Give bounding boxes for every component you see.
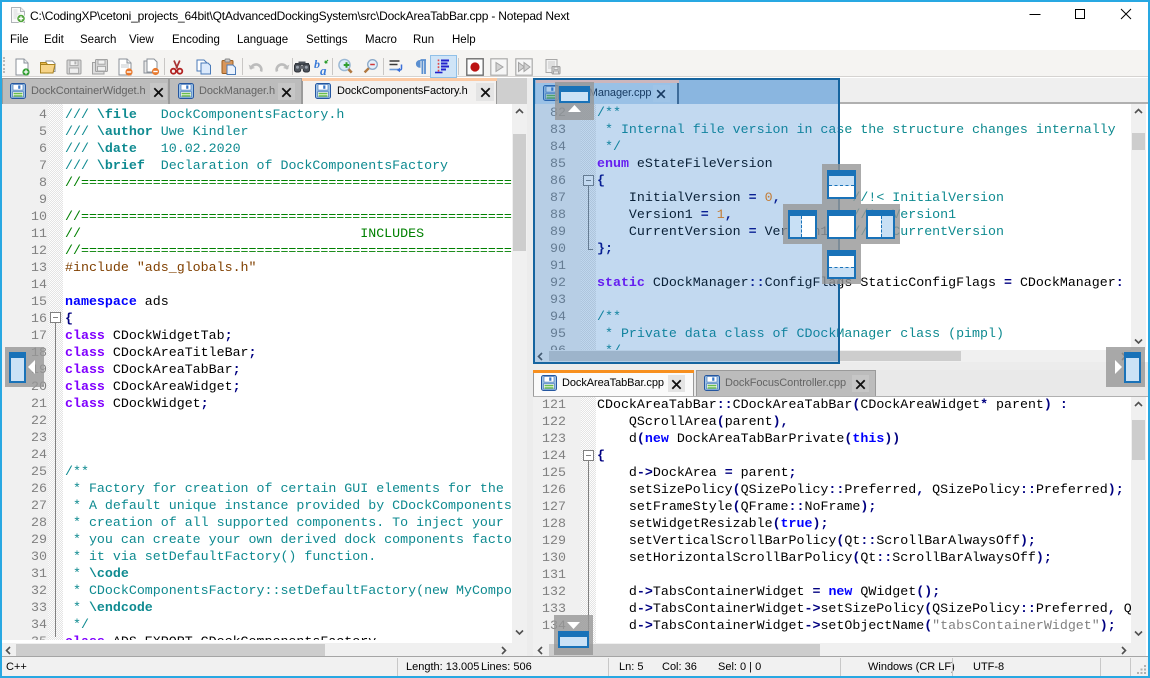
svg-text:a: a — [320, 63, 327, 76]
